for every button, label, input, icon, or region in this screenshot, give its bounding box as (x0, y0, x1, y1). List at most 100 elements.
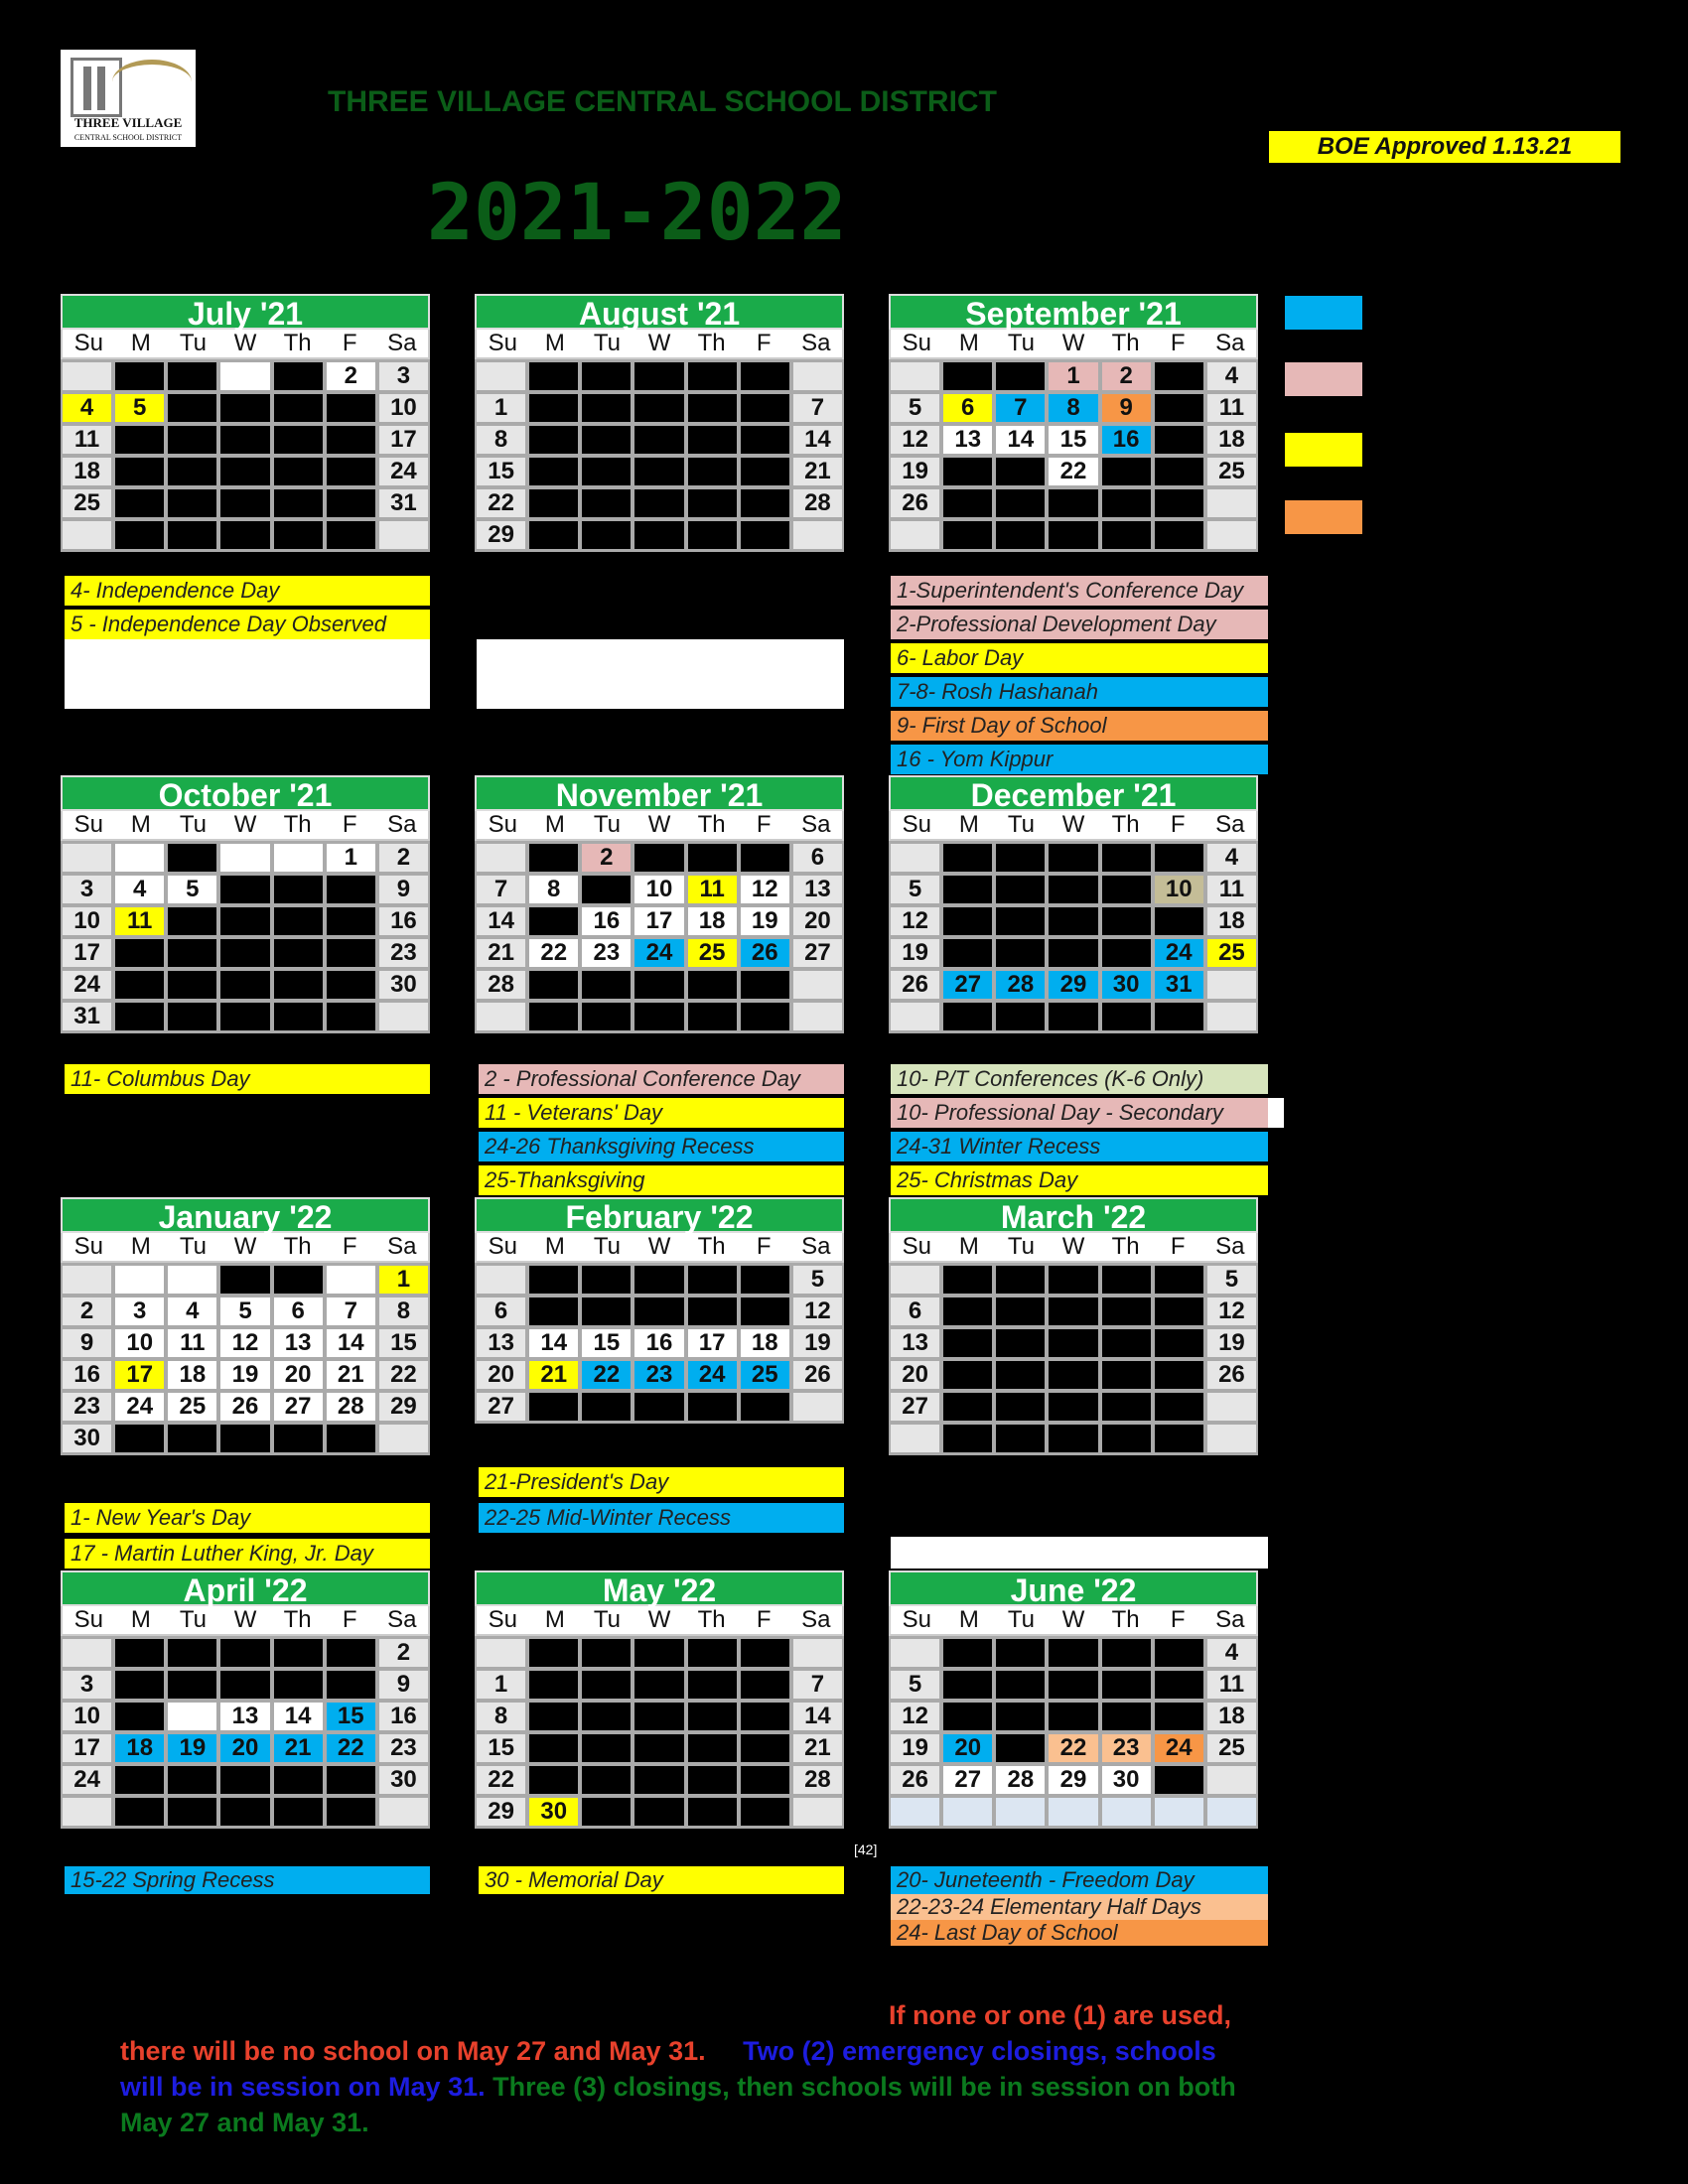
month-title: July '21 (61, 294, 430, 332)
day-cell (687, 458, 737, 485)
day-cell (943, 1798, 993, 1826)
day-cell: 30 (378, 1766, 428, 1794)
weekday-label: Sa (801, 1233, 831, 1260)
day-grid: 5 6 12 13 19 20 26 27 (889, 1263, 1258, 1455)
day-cell: 26 (740, 939, 789, 967)
day-cell (943, 489, 993, 517)
day-cell (1049, 1266, 1098, 1294)
day-cell (220, 426, 270, 454)
weekday-label: Sa (1215, 330, 1245, 356)
note-january: 17 - Martin Luther King, Jr. Day (65, 1539, 430, 1569)
day-cell (1049, 1393, 1098, 1421)
day-cell (115, 1703, 165, 1730)
day-cell (891, 1798, 940, 1826)
footer-line2: there will be no school on May 27 and Ma… (120, 2033, 1216, 2069)
day-grid: 2 3 4 5 10 11 17 18 24 25 31 (61, 359, 430, 552)
day-cell (996, 1361, 1046, 1389)
weekday-label: Th (1111, 330, 1140, 356)
day-cell (943, 1671, 993, 1699)
day-cell (1154, 1361, 1203, 1389)
day-cell: 8 (477, 426, 526, 454)
day-cell: 11 (168, 1329, 217, 1357)
day-cell (273, 1639, 323, 1667)
day-cell: 12 (891, 426, 940, 454)
month-calendar: December '21 Su M Tu W Th F Sa 4 5 10 11 12 18 19 24 25 2… (889, 775, 1258, 1033)
day-cell (63, 1266, 112, 1294)
weekday-header: Su M Tu W Th F Sa (889, 330, 1258, 359)
month-title: August '21 (475, 294, 844, 332)
day-cell (1101, 1425, 1151, 1452)
day-cell: 3 (115, 1297, 165, 1325)
day-cell: 5 (792, 1266, 842, 1294)
weekday-label: M (544, 330, 565, 356)
day-cell (529, 1766, 579, 1794)
weekday-label: Tu (1007, 1606, 1035, 1633)
day-cell (326, 394, 375, 422)
day-cell (996, 1297, 1046, 1325)
day-cell (740, 971, 789, 999)
weekday-label: W (1061, 1606, 1085, 1633)
day-cell (582, 1703, 632, 1730)
month-calendar: March '22 Su M Tu W Th F Sa 5 6 12 13 19 20 26 27 (889, 1197, 1258, 1455)
day-cell: 29 (378, 1393, 428, 1421)
day-cell (943, 1639, 993, 1667)
weekday-label: F (1170, 811, 1186, 838)
month-calendar: October '21 Su M Tu W Th F Sa 1 2 3 4 5 9 10 11 16 17 23 24… (61, 775, 430, 1033)
day-cell (63, 521, 112, 549)
day-cell: 26 (891, 1766, 940, 1794)
day-cell (1206, 1766, 1256, 1794)
footer-red-line1: If none or one (1) are used, (889, 2000, 1232, 2030)
month-calendar: January '22 Su M Tu W Th F Sa 1 2 3 4 5 6 7 8 9 10 11 12 13 1… (61, 1197, 430, 1455)
day-cell: 17 (687, 1329, 737, 1357)
day-cell (740, 1703, 789, 1730)
weekday-label: F (342, 330, 357, 356)
day-cell (891, 362, 940, 390)
day-cell (1154, 1329, 1203, 1357)
day-cell: 29 (1049, 971, 1098, 999)
day-cell (582, 1393, 632, 1421)
day-cell: 4 (63, 394, 112, 422)
day-cell (115, 1003, 165, 1030)
day-cell (115, 1798, 165, 1826)
note-january: 1- New Year's Day (65, 1503, 430, 1533)
day-cell: 25 (1206, 1734, 1256, 1762)
day-cell: 5 (891, 394, 940, 422)
day-cell: 10 (378, 394, 428, 422)
day-cell (115, 844, 165, 872)
day-cell: 23 (1101, 1734, 1151, 1762)
day-cell: 6 (792, 844, 842, 872)
day-cell: 26 (891, 489, 940, 517)
weekday-label: Su (902, 811, 931, 838)
day-cell: 3 (63, 1671, 112, 1699)
day-cell (634, 844, 684, 872)
day-cell: 20 (273, 1361, 323, 1389)
month-title: April '22 (61, 1570, 430, 1608)
day-cell: 10 (115, 1329, 165, 1357)
day-cell: 15 (378, 1329, 428, 1357)
day-cell (168, 1798, 217, 1826)
day-cell (740, 521, 789, 549)
weekday-label: Su (73, 330, 103, 356)
day-cell (273, 907, 323, 935)
day-cell: 18 (687, 907, 737, 935)
day-cell: 12 (740, 876, 789, 903)
day-cell: 20 (943, 1734, 993, 1762)
day-cell (634, 1798, 684, 1826)
day-cell (1154, 907, 1203, 935)
day-cell (1101, 1297, 1151, 1325)
footer-red-line2: there will be no school on May 27 and Ma… (120, 2036, 706, 2066)
day-cell: 16 (582, 907, 632, 935)
day-cell (634, 1393, 684, 1421)
day-cell (996, 489, 1046, 517)
day-cell (168, 1639, 217, 1667)
day-cell: 15 (326, 1703, 375, 1730)
day-cell: 13 (220, 1703, 270, 1730)
day-cell: 13 (477, 1329, 526, 1357)
day-cell: 2 (63, 1297, 112, 1325)
day-cell (943, 1393, 993, 1421)
day-cell (582, 1671, 632, 1699)
day-cell: 2 (582, 844, 632, 872)
day-cell (634, 521, 684, 549)
day-cell (891, 1639, 940, 1667)
day-cell (1101, 1639, 1151, 1667)
